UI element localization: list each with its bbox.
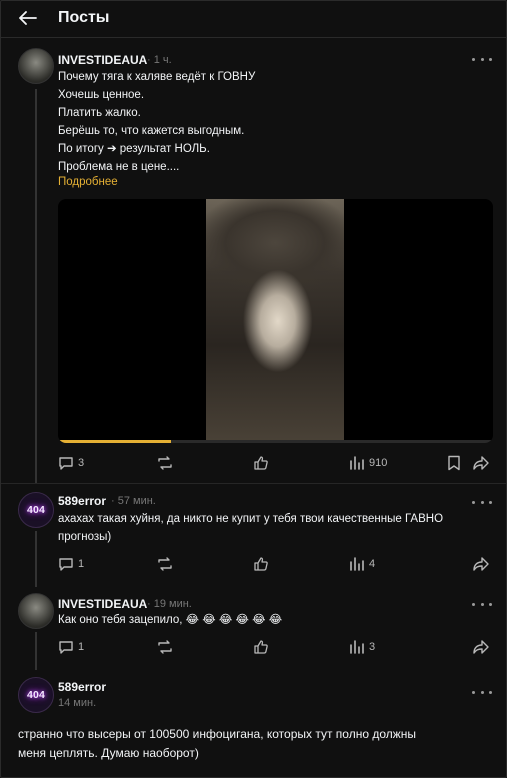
bar-chart-icon — [350, 557, 364, 571]
header: Посты — [1, 1, 506, 37]
comment-line: Как оно тебя зацепило, 😂 😂 😂 😂 😂 😂 — [58, 614, 283, 626]
thumbs-up-icon — [254, 640, 268, 654]
thumbs-up-icon — [254, 456, 268, 470]
bar-chart-icon — [350, 456, 364, 470]
share-button[interactable] — [473, 455, 489, 471]
repost-button[interactable] — [156, 556, 174, 572]
comment-count: 3 — [78, 457, 85, 469]
comment-icon — [59, 558, 73, 571]
repost-icon — [158, 456, 172, 470]
like-button[interactable] — [253, 556, 269, 572]
views-count: 3 — [369, 641, 376, 653]
share-button[interactable] — [473, 639, 489, 655]
share-button[interactable] — [473, 556, 489, 572]
video-frame — [206, 199, 344, 443]
thumbs-up-icon — [254, 557, 268, 571]
comment-line: прогнозы) — [58, 531, 112, 543]
more-options-button[interactable] — [472, 497, 492, 507]
app-frame: Посты INVESTIDEAUA · 1 ч. Почему тяга к … — [0, 0, 507, 778]
repost-icon — [158, 557, 172, 571]
views-count: 910 — [369, 457, 388, 469]
comment-timestamp: 14 мин. — [58, 697, 97, 709]
bookmark-button[interactable] — [447, 455, 461, 471]
video-progress-fill — [58, 440, 172, 443]
post-text: Почему тяга к халяве ведёт к ГОВНУ Хочеш… — [58, 68, 255, 176]
repost-button[interactable] — [156, 639, 174, 655]
post-line: Проблема не в цене.... — [58, 161, 180, 173]
comment-count: 1 — [78, 558, 85, 570]
comment-line: ахахах такая хуйня, да никто не купит у … — [58, 513, 444, 525]
comment-username[interactable]: 589error — [58, 680, 106, 694]
post-actions: 3 910 — [58, 455, 498, 475]
post-line: Платить жалко. — [58, 107, 141, 119]
more-options-button[interactable] — [472, 54, 492, 64]
comment-actions: 1 3 — [58, 639, 498, 659]
comment-text: странно что высеры от 100500 инфоцигана,… — [18, 725, 416, 763]
page-title: Посты — [58, 9, 110, 26]
reply-button[interactable]: 3 — [58, 455, 84, 471]
comment-line: меня цеплять. Думаю наоборот) — [18, 746, 199, 760]
views-count: 4 — [369, 558, 376, 570]
post-line: Хочешь ценное. — [58, 89, 145, 101]
repost-button[interactable] — [156, 455, 174, 471]
comment-username[interactable]: INVESTIDEAUA — [58, 597, 147, 611]
comment-icon — [59, 641, 73, 654]
share-icon — [473, 456, 489, 470]
avatar[interactable] — [18, 593, 54, 629]
thread-line — [35, 632, 37, 670]
comment-timestamp: · 57 мин. — [111, 495, 156, 507]
read-more-link[interactable]: Подробнее — [58, 176, 118, 188]
bookmark-icon — [448, 455, 460, 471]
thread-line — [35, 531, 37, 587]
more-options-button[interactable] — [472, 599, 492, 609]
reply-button[interactable]: 1 — [58, 556, 84, 572]
like-button[interactable] — [253, 639, 269, 655]
more-options-button[interactable] — [472, 687, 492, 697]
reply-button[interactable]: 1 — [58, 639, 84, 655]
post-timestamp: · 1 ч. — [147, 54, 172, 66]
avatar[interactable]: 404 — [18, 677, 54, 713]
avatar[interactable]: 404 — [18, 492, 54, 528]
back-button[interactable] — [15, 7, 41, 29]
post-username[interactable]: INVESTIDEAUA — [58, 53, 147, 67]
share-icon — [473, 640, 489, 654]
comment-timestamp: · 19 мин. — [147, 598, 192, 610]
repost-icon — [158, 640, 172, 654]
comment-icon — [59, 457, 73, 470]
bar-chart-icon — [350, 640, 364, 654]
arrow-left-icon — [19, 11, 37, 25]
views-button[interactable]: 4 — [349, 556, 375, 572]
views-button[interactable]: 3 — [349, 639, 375, 655]
like-button[interactable] — [253, 455, 269, 471]
share-icon — [473, 557, 489, 571]
post-divider — [1, 483, 506, 484]
avatar[interactable] — [18, 48, 54, 84]
views-button[interactable]: 910 — [349, 455, 387, 471]
comment-text: ахахах такая хуйня, да никто не купит у … — [58, 510, 443, 546]
comment-actions: 1 4 — [58, 556, 498, 576]
video-player[interactable] — [58, 199, 493, 443]
comment-text: Как оно тебя зацепило, 😂 😂 😂 😂 😂 😂 — [58, 611, 282, 629]
post-line: По итогу ➔ результат НОЛЬ. — [58, 143, 210, 155]
post-line: Берёшь то, что кажется выгодным. — [58, 125, 245, 137]
header-divider — [1, 37, 506, 38]
comment-username[interactable]: 589error — [58, 494, 106, 508]
post-line: Почему тяга к халяве ведёт к ГОВНУ — [58, 71, 256, 83]
thread-line — [35, 89, 37, 483]
comment-line: странно что высеры от 100500 инфоцигана,… — [18, 727, 417, 741]
comment-count: 1 — [78, 641, 85, 653]
